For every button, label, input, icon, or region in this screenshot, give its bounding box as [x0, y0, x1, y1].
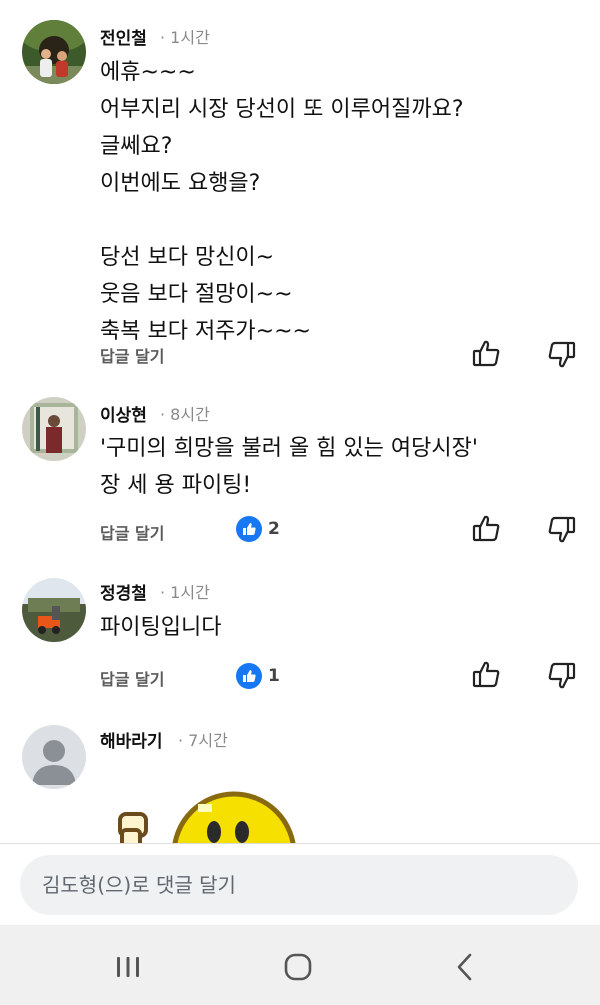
like-count: 1 [268, 666, 280, 686]
avatar[interactable] [22, 20, 86, 84]
comment-input[interactable] [20, 855, 578, 915]
comment-time: · 1시간 [160, 28, 210, 47]
reaction-summary[interactable]: 2 [236, 516, 280, 542]
like-reaction-icon [236, 663, 262, 689]
system-navigation-bar [0, 925, 600, 1005]
thumbs-up-icon[interactable] [470, 658, 502, 690]
nav-home-icon[interactable] [278, 947, 318, 987]
thumbs-down-icon[interactable] [546, 514, 578, 546]
comment-time: · 1시간 [160, 583, 210, 602]
comment-author[interactable]: 이상현 [100, 401, 147, 426]
reply-button[interactable]: 답글 달기 [100, 520, 164, 544]
thumbs-down-icon[interactable] [546, 339, 578, 371]
reply-button[interactable]: 답글 달기 [100, 343, 164, 367]
thumbs-up-icon[interactable] [470, 337, 502, 369]
thumbs-up-icon[interactable] [470, 512, 502, 544]
comment-text: '구미의 희망을 불러 올 힘 있는 여당시장' 장 세 용 파이팅! [100, 436, 478, 498]
comment-author[interactable]: 해바라기 [100, 727, 163, 752]
comment-author[interactable]: 정경철 [100, 579, 147, 604]
avatar[interactable] [22, 397, 86, 461]
comment-author[interactable]: 전인철 [100, 24, 147, 49]
nav-back-icon[interactable] [446, 947, 486, 987]
reaction-summary[interactable]: 1 [236, 663, 280, 689]
like-count: 2 [268, 519, 280, 539]
comment-time: · 8시간 [160, 405, 210, 424]
nav-recents-icon[interactable] [108, 947, 148, 987]
like-reaction-icon [236, 516, 262, 542]
comment-text: 에휴~~~ 어부지리 시장 당선이 또 이루어질까요? 글쎄요? 이번에도 요행… [100, 60, 464, 344]
emoticon-sticker [118, 790, 298, 843]
reply-button[interactable]: 답글 달기 [100, 666, 164, 690]
comment-time: · 7시간 [178, 731, 228, 750]
comment-composer [0, 843, 600, 926]
avatar[interactable] [22, 578, 86, 642]
thumbs-down-icon[interactable] [546, 660, 578, 692]
comment-text: 파이팅입니다 [100, 615, 222, 640]
default-avatar-icon[interactable] [22, 725, 86, 789]
